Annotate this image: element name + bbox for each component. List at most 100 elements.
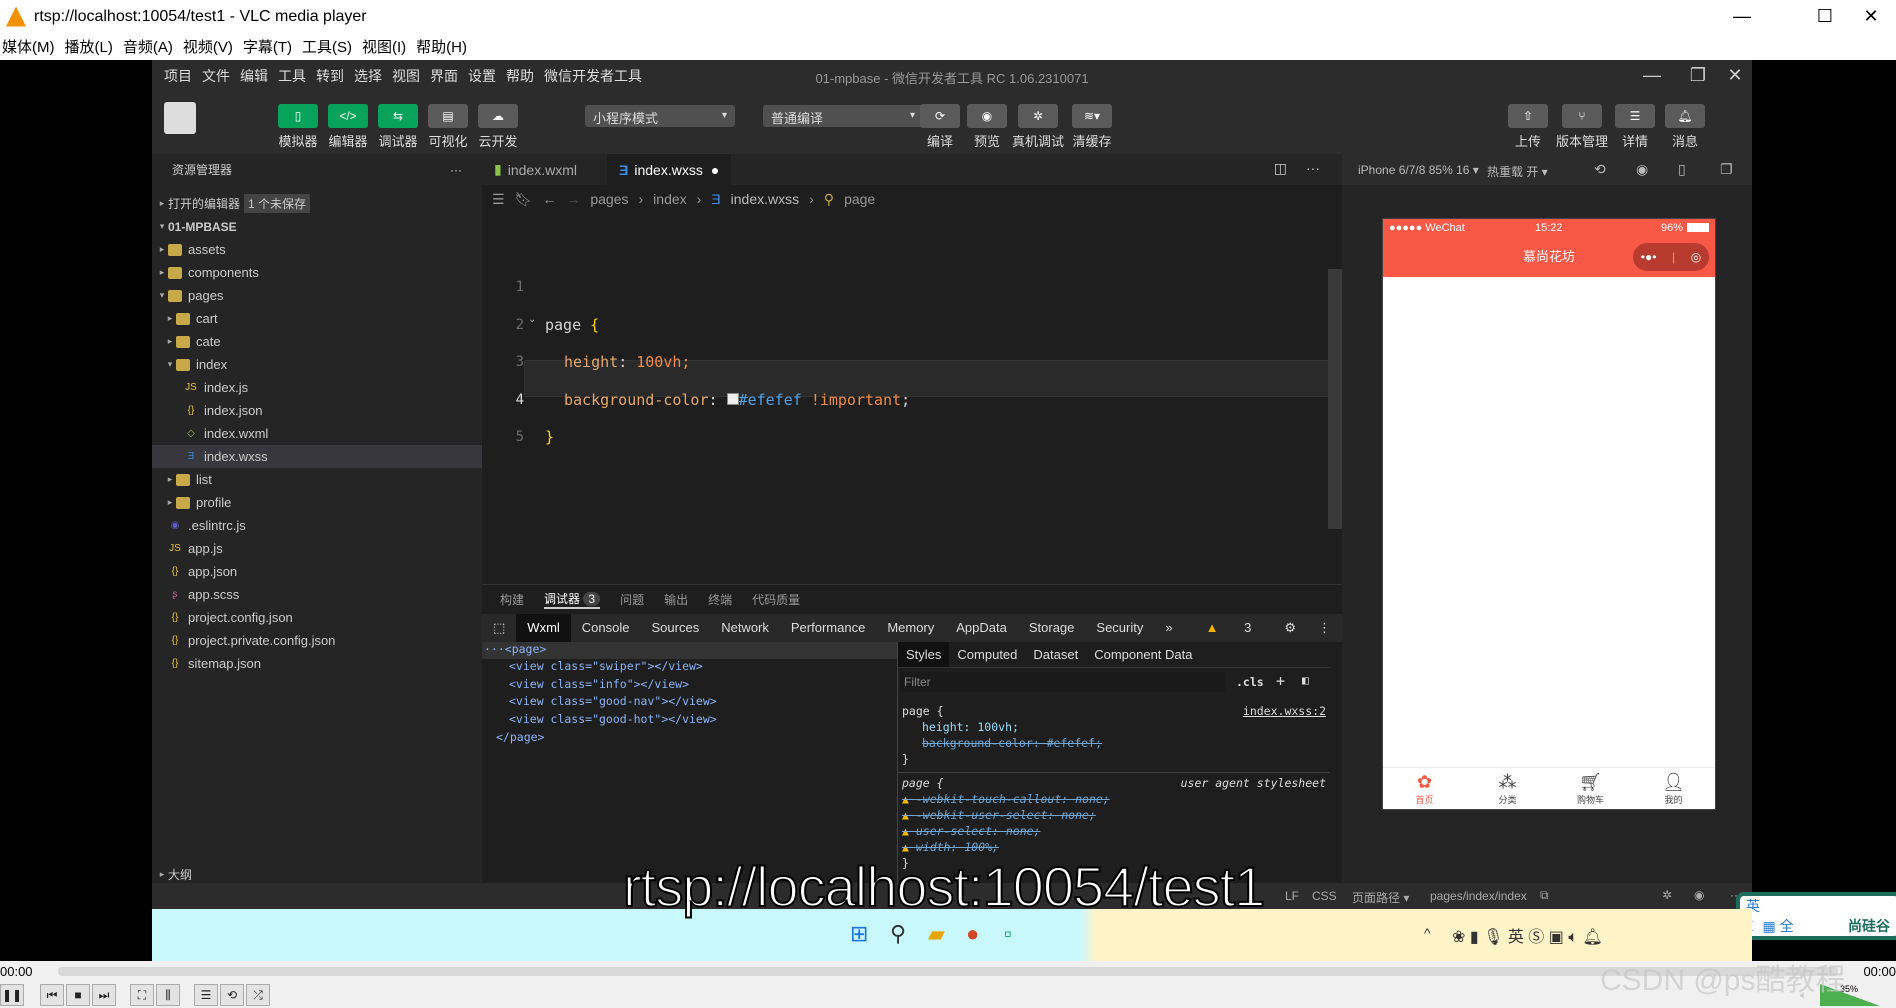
add-rule-icon[interactable]: + <box>1276 672 1285 690</box>
menu-media[interactable]: 媒体(M) <box>0 36 63 57</box>
more-actions-icon[interactable]: ··· <box>1306 160 1320 176</box>
bug-icon[interactable]: ✲ <box>1662 888 1672 902</box>
cloud-button[interactable]: ☁ 云开发 <box>478 104 518 150</box>
tree-item-index-js[interactable]: JS index.js <box>152 376 482 399</box>
forward-icon[interactable]: → <box>566 191 580 207</box>
bookmark-icon[interactable]: 🔖︎ <box>515 191 533 208</box>
kebab-icon[interactable]: ⋮ <box>1307 614 1342 642</box>
tray-icons[interactable]: ❀ ▮ 🎙︎ 英 Ⓢ ▣ 🔈︎ 🔔︎ <box>1452 923 1603 947</box>
wxml-node[interactable]: </page> <box>496 730 544 744</box>
project-root[interactable]: ▾ 01-MPBASE <box>152 215 482 238</box>
eye-icon[interactable]: ◉ <box>1694 888 1704 902</box>
upload-button[interactable]: ⇧ 上传 <box>1508 104 1548 150</box>
wechat-devtools-icon[interactable]: ▫ <box>1004 921 1012 947</box>
tab-index-wxml[interactable]: ▮ index.wxml <box>482 154 589 185</box>
phone-icon[interactable]: ▯ <box>1678 161 1686 178</box>
wxml-node-page[interactable]: ···<page> <box>482 642 897 659</box>
capsule-menu[interactable]: •●• | ◎ <box>1633 243 1709 271</box>
chevron-icon[interactable]: ▸ <box>156 267 168 278</box>
debugger-button[interactable]: ⇆ 调试器 <box>378 104 418 150</box>
messages-button[interactable]: 🔔︎ 消息 <box>1665 104 1705 150</box>
editor-scrollbar[interactable] <box>1328 269 1342 529</box>
language-indicator[interactable]: CSS <box>1312 889 1337 903</box>
menu-tools[interactable]: 工具(S) <box>300 36 360 57</box>
windows-start-icon[interactable]: ⊞ <box>850 921 868 947</box>
tree-item-components[interactable]: ▸ components <box>152 261 482 284</box>
tab-sources[interactable]: Sources <box>641 614 711 642</box>
next-button[interactable]: ⏭ <box>92 984 116 1006</box>
crumb-selector[interactable]: page <box>844 191 875 207</box>
editor-button[interactable]: </> 编辑器 <box>328 104 368 150</box>
chevron-icon[interactable]: ▸ <box>164 474 176 485</box>
more-icon[interactable]: ··· <box>450 163 462 177</box>
extended-settings-button[interactable]: ⫼ <box>156 984 180 1006</box>
chevron-icon[interactable]: ▾ <box>156 290 168 301</box>
tab-console[interactable]: Console <box>571 614 641 642</box>
close-circle-icon[interactable]: ◎ <box>1691 251 1701 263</box>
menu-video[interactable]: 视频(V) <box>181 36 241 57</box>
tray-chevron-icon[interactable]: ^ <box>1424 925 1431 941</box>
hot-reload-select[interactable]: 热重载 开 ▾ <box>1487 163 1548 180</box>
ide-minimize-icon[interactable]: — <box>1632 60 1672 91</box>
ime-toolbar[interactable]: 英 ☾ ▦ 全 尚硅谷 <box>1736 892 1896 940</box>
tab-index-wxss[interactable]: Ǝindex.wxss ● <box>607 154 731 185</box>
split-editor-icon[interactable]: ◫ <box>1274 160 1287 177</box>
back-icon[interactable]: ← <box>542 191 556 207</box>
tab-terminal[interactable]: 终端 <box>708 591 732 608</box>
chevron-icon[interactable]: ▸ <box>164 497 176 508</box>
tree-item-app-scss[interactable]: ʂ app.scss <box>152 583 482 606</box>
tree-item-eslintrc-js[interactable]: ◉ .eslintrc.js <box>152 514 482 537</box>
tab-debugger[interactable]: 调试器 3 <box>544 590 601 609</box>
tree-item-cate[interactable]: ▸ cate <box>152 330 482 353</box>
powerpoint-icon[interactable]: ● <box>966 921 979 947</box>
tree-item-assets[interactable]: ▸ assets <box>152 238 482 261</box>
tree-item-app-json[interactable]: {} app.json <box>152 560 482 583</box>
color-swatch[interactable] <box>726 393 739 405</box>
pause-button[interactable]: ❚❚ <box>0 984 24 1006</box>
wxml-node[interactable]: <view class="swiper"></view> <box>509 659 703 673</box>
fullscreen-button[interactable]: ⛶ <box>130 984 154 1006</box>
eol-indicator[interactable]: LF <box>1285 889 1299 903</box>
tab-problems[interactable]: 问题 <box>620 591 644 608</box>
style-decl-overridden[interactable]: background-color: #efefef; <box>922 736 1102 750</box>
ime-mode[interactable]: ☾ ▦ 全 <box>1746 916 1794 936</box>
style-decl[interactable]: height: 100vh; <box>922 720 1019 734</box>
tab-performance[interactable]: Performance <box>780 614 876 642</box>
stop-button[interactable]: ■ <box>66 984 90 1006</box>
tab-styles[interactable]: Styles <box>898 642 950 667</box>
details-button[interactable]: ☰ 详情 <box>1615 104 1655 150</box>
tree-item-cart[interactable]: ▸ cart <box>152 307 482 330</box>
tab-appdata[interactable]: AppData <box>945 614 1018 642</box>
more-dots-icon[interactable]: •●• <box>1641 251 1657 263</box>
tab-build[interactable]: 构建 <box>500 591 524 608</box>
tree-item-index[interactable]: ▾ index <box>152 353 482 376</box>
compile-mode-select[interactable]: 普通编译 <box>763 105 923 127</box>
device-select[interactable]: iPhone 6/7/8 85% 16 ▾ <box>1358 163 1479 177</box>
detach-icon[interactable]: ❐ <box>1720 161 1733 178</box>
menu-subtitle[interactable]: 字幕(T) <box>241 36 300 57</box>
wxml-node[interactable]: <view class="good-hot"></view> <box>509 712 717 726</box>
code-editor[interactable]: ▮ index.wxml Ǝindex.wxss ● ◫ ··· ☰ 🔖︎ ← → pag… <box>482 154 1342 584</box>
rotate-icon[interactable]: ⟲ <box>1594 161 1606 178</box>
menu-help[interactable]: 帮助(H) <box>414 36 475 57</box>
rule-source-link[interactable]: index.wxss:2 <box>1243 704 1326 718</box>
tab-wxml[interactable]: Wxml <box>516 614 571 642</box>
tree-item-project-config-json[interactable]: {} project.config.json <box>152 606 482 629</box>
minimize-button[interactable]: — <box>1717 0 1767 33</box>
menu-audio[interactable]: 音频(A) <box>121 36 181 57</box>
file-explorer-icon[interactable]: ▰ <box>928 921 945 947</box>
open-editors-section[interactable]: ▸ 打开的编辑器 1 个未保存 <box>152 192 482 215</box>
warnings-count[interactable]: ▲ 3 <box>1184 614 1274 642</box>
tree-item-sitemap-json[interactable]: {} sitemap.json <box>152 652 482 675</box>
menu-view[interactable]: 视图(I) <box>360 36 414 57</box>
tree-item-index-json[interactable]: {} index.json <box>152 399 482 422</box>
tab-component-data[interactable]: Component Data <box>1086 642 1200 667</box>
shuffle-button[interactable]: ⤮ <box>246 984 270 1006</box>
tab-computed[interactable]: Computed <box>949 642 1025 667</box>
tree-item-pages[interactable]: ▾ pages <box>152 284 482 307</box>
settings-icon[interactable]: ⚙ <box>1273 614 1307 642</box>
tab-storage[interactable]: Storage <box>1018 614 1086 642</box>
copy-icon[interactable]: ⧉ <box>1540 888 1549 903</box>
tree-item-index-wxss[interactable]: Ǝindex.wxss <box>152 445 482 468</box>
list-icon[interactable]: ☰ <box>492 191 505 208</box>
